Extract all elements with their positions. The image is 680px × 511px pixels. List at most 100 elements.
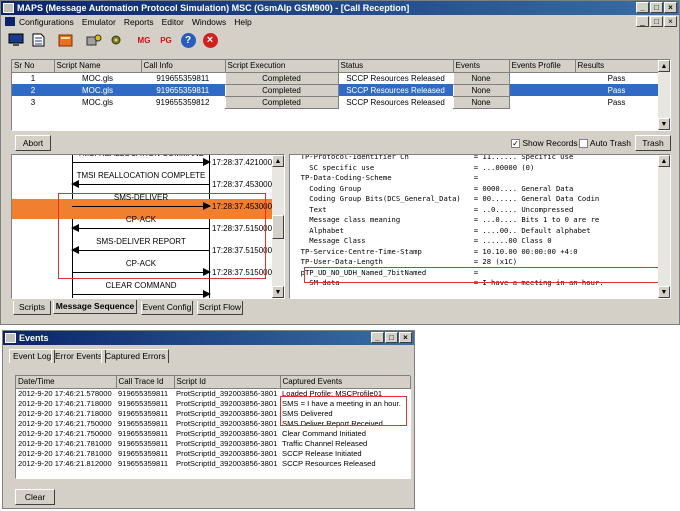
cell-call-info: 919655359811 xyxy=(141,84,225,96)
sequence-message[interactable]: TMSI REALLOCATION COMPLETE xyxy=(71,171,210,191)
events-list-panel: Date/Time Call Trace Id Script Id Captur… xyxy=(15,375,411,479)
sequence-scrollbar[interactable]: ▲ ▼ xyxy=(272,155,284,298)
decode-scrollbar[interactable]: ▲ ▼ xyxy=(658,155,670,298)
menu-emulator[interactable]: Emulator xyxy=(82,17,116,27)
col-script-name[interactable]: Script Name xyxy=(54,60,142,73)
annotation-box xyxy=(58,193,266,279)
cell-execution[interactable]: Completed xyxy=(224,71,339,85)
decode-line: Text = ..0..... Uncompressed xyxy=(292,204,574,214)
tab-message-sequence[interactable]: Message Sequence xyxy=(53,300,137,314)
tab-error-events[interactable]: Error Events xyxy=(51,349,107,363)
scroll-up-arrow[interactable]: ▲ xyxy=(658,60,670,72)
event-row[interactable]: 2012-9-20 17:46:21.812000 919655359811 Pro… xyxy=(16,458,410,468)
tab-captured-errors[interactable]: Captured Errors xyxy=(101,349,170,363)
document-icon[interactable] xyxy=(29,31,47,49)
cell-events[interactable]: None xyxy=(452,95,510,109)
arrow-left-icon xyxy=(71,180,79,188)
col-captured-events[interactable]: Captured Events xyxy=(280,376,411,389)
gear-icon[interactable] xyxy=(107,31,125,49)
maximize-button[interactable]: □ xyxy=(650,2,663,13)
col-events[interactable]: Events xyxy=(453,60,510,73)
auto-trash-toggle[interactable]: Auto Trash xyxy=(579,138,632,149)
arrow-right-icon xyxy=(203,158,211,166)
event-row[interactable]: 2012-9-20 17:46:21.781000 919655359811 Pro… xyxy=(16,448,410,458)
show-records-checkbox[interactable]: ✓ xyxy=(511,139,520,149)
cell-status: SCCP Resources Released xyxy=(346,97,445,107)
show-records-toggle[interactable]: ✓ Show Records xyxy=(511,138,578,149)
minimize-button[interactable]: _ xyxy=(636,2,649,13)
menu-bar: Configurations Emulator Reports Editor W… xyxy=(1,15,679,29)
script-table-panel: Sr No Script Name Call Info Script Execu… xyxy=(11,59,671,131)
tab-script-flow[interactable]: Script Flow xyxy=(197,301,243,315)
col-date-time[interactable]: Date/Time xyxy=(16,376,117,389)
close-button[interactable]: × xyxy=(664,2,677,13)
table-row[interactable]: 2 MOC.gls 919655359811 Completed SCCP Re… xyxy=(12,83,658,97)
message-generator-icon[interactable]: MG xyxy=(135,31,153,49)
show-records-label: Show Records xyxy=(522,138,578,148)
scroll-down-arrow[interactable]: ▼ xyxy=(272,286,284,298)
profile-generator-icon[interactable]: PG xyxy=(157,31,175,49)
col-status[interactable]: Status xyxy=(338,60,454,73)
stop-icon[interactable]: × xyxy=(201,31,219,49)
events-close-button[interactable]: × xyxy=(399,332,412,343)
cell-execution[interactable]: Completed xyxy=(224,95,339,109)
event-datetime: 2012-9-20 17:46:21.781000 xyxy=(18,448,112,458)
main-window: MAPS (Message Automation Protocol Simula… xyxy=(0,0,680,325)
app-icon xyxy=(3,3,14,13)
col-results[interactable]: Results xyxy=(575,60,659,73)
scroll-down-arrow[interactable]: ▼ xyxy=(658,118,670,130)
event-datetime: 2012-9-20 17:46:21.750000 xyxy=(18,418,112,428)
monitor-icon[interactable] xyxy=(7,31,25,49)
menu-help[interactable]: Help xyxy=(234,17,251,27)
menu-editor[interactable]: Editor xyxy=(162,17,184,27)
event-trace-id: 919655359811 xyxy=(118,438,169,448)
col-sr-no[interactable]: Sr No xyxy=(12,60,55,73)
script-icon[interactable] xyxy=(57,31,75,49)
scroll-up-arrow[interactable]: ▲ xyxy=(272,155,284,167)
table-row[interactable]: 1 MOC.gls 919655359811 Completed SCCP Re… xyxy=(12,71,658,85)
col-script-execution[interactable]: Script Execution xyxy=(225,60,339,73)
mdi-restore-button[interactable]: □ xyxy=(650,16,663,27)
script-table: Sr No Script Name Call Info Script Execu… xyxy=(12,60,659,109)
col-events-profile[interactable]: Events Profile xyxy=(509,60,576,73)
event-row[interactable]: 2012-9-20 17:46:21.750000 919655359811 Pro… xyxy=(16,428,410,438)
scroll-up-arrow[interactable]: ▲ xyxy=(658,155,670,167)
tab-event-config[interactable]: Event Config xyxy=(141,301,193,315)
sequence-message[interactable]: CLEAR COMMAND xyxy=(72,281,211,298)
run-icon[interactable] xyxy=(85,31,103,49)
menu-configurations[interactable]: Configurations xyxy=(19,17,74,27)
cell-execution[interactable]: Completed xyxy=(224,83,339,97)
sequence-message[interactable]: TMSI REALLOCATION COMMAND xyxy=(72,155,211,169)
event-trace-id: 919655359811 xyxy=(118,408,169,418)
cell-events[interactable]: None xyxy=(452,71,510,85)
events-maximize-button[interactable]: □ xyxy=(385,332,398,343)
clear-button[interactable]: Clear xyxy=(15,489,55,505)
script-table-scrollbar[interactable]: ▲ ▼ xyxy=(658,60,670,130)
tab-event-log[interactable]: Event Log xyxy=(9,349,56,363)
help-icon[interactable]: ? xyxy=(179,31,197,49)
events-window-icon xyxy=(5,333,16,343)
table-row[interactable]: 3 MOC.gls 919655359812 Completed SCCP Re… xyxy=(12,95,658,109)
scroll-down-arrow[interactable]: ▼ xyxy=(658,286,670,298)
cell-events[interactable]: None xyxy=(452,83,510,97)
mdi-close-button[interactable]: × xyxy=(664,16,677,27)
col-call-info[interactable]: Call Info xyxy=(141,60,226,73)
tab-scripts[interactable]: Scripts xyxy=(13,301,51,315)
scroll-thumb[interactable] xyxy=(272,215,284,239)
menu-windows[interactable]: Windows xyxy=(192,17,226,27)
decode-line: TP-Protocol-Identifier Ch = 11...... Spe… xyxy=(292,154,574,161)
help-glyph: ? xyxy=(180,32,196,48)
sequence-timestamp: 17:28:37.421000 xyxy=(212,158,273,167)
decode-line: Alphabet = ....00.. Default alphabet xyxy=(292,225,591,235)
cell-call-info: 919655359812 xyxy=(156,97,210,107)
col-call-trace-id[interactable]: Call Trace Id xyxy=(116,376,175,389)
trash-button[interactable]: Trash xyxy=(635,135,671,151)
events-minimize-button[interactable]: _ xyxy=(371,332,384,343)
menu-reports[interactable]: Reports xyxy=(124,17,154,27)
col-script-id[interactable]: Script Id xyxy=(174,376,281,389)
auto-trash-checkbox[interactable] xyxy=(579,139,588,149)
mdi-minimize-button[interactable]: _ xyxy=(636,16,649,27)
abort-button[interactable]: Abort xyxy=(15,135,51,151)
event-row[interactable]: 2012-9-20 17:46:21.781000 919655359811 Pro… xyxy=(16,438,410,448)
auto-trash-label: Auto Trash xyxy=(589,138,632,148)
